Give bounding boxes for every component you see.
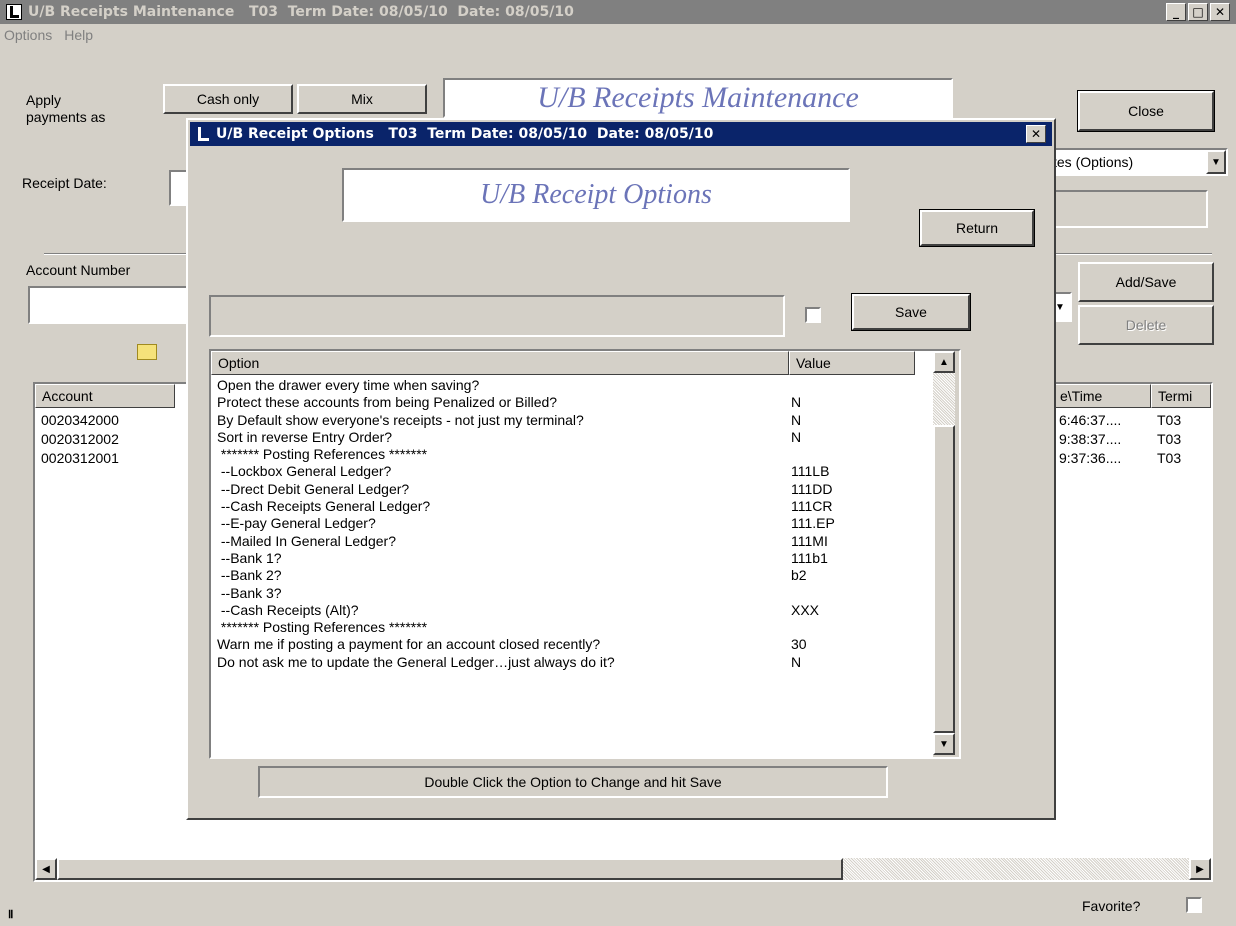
favorite-label: Favorite? (1082, 898, 1141, 914)
dialog-title: U/B Receipt Options T03 Term Date: 08/05… (216, 126, 714, 142)
scrollbar-thumb[interactable] (57, 858, 843, 880)
cell-account: 0020312001 (41, 450, 119, 466)
info-field (1045, 190, 1208, 228)
favorite-checkbox[interactable] (1186, 897, 1202, 913)
cell-time: 9:37:36.... (1059, 450, 1122, 466)
column-header-option[interactable]: Option (211, 351, 789, 375)
option-row[interactable]: Do not ask me to update the General Ledg… (211, 654, 933, 671)
view-dropdown[interactable]: tes (Options) ▼ (1045, 148, 1228, 176)
menu-bar: Options Help (0, 24, 1236, 46)
option-row[interactable]: ******* Posting References ******* (211, 619, 933, 636)
option-row[interactable]: Warn me if posting a payment for an acco… (211, 636, 933, 653)
option-row[interactable]: --Bank 2? b2 (211, 567, 933, 584)
save-button[interactable]: Save (851, 293, 971, 331)
main-window-title: U/B Receipts Maintenance T03 Term Date: … (28, 4, 574, 20)
cell-terminal: T03 (1157, 431, 1182, 447)
option-row[interactable]: Protect these accounts from being Penali… (211, 394, 933, 411)
mix-button[interactable]: Mix (297, 84, 427, 114)
options-rows: Open the drawer every time when saving? … (211, 377, 933, 671)
option-row[interactable]: --Bank 1? 111b1 (211, 550, 933, 567)
dialog-title-bar: U/B Receipt Options T03 Term Date: 08/05… (190, 122, 1052, 146)
option-row[interactable]: --Cash Receipts General Ledger? 111CR (211, 498, 933, 515)
options-vertical-scrollbar[interactable]: ▲ ▼ (933, 351, 959, 757)
receipt-date-label: Receipt Date: (22, 175, 107, 191)
column-header-time[interactable]: e\Time (1053, 384, 1151, 408)
cell-terminal: T03 (1157, 412, 1182, 428)
scrollbar-track[interactable] (933, 373, 955, 425)
cash-only-button[interactable]: Cash only (163, 84, 293, 114)
option-row[interactable]: --Bank 3? (211, 585, 933, 602)
main-banner: U/B Receipts Maintenance (443, 78, 953, 118)
cell-time: 6:46:37.... (1059, 412, 1122, 428)
return-button[interactable]: Return (919, 209, 1035, 247)
option-row[interactable]: --E-pay General Ledger? 111.EP (211, 515, 933, 532)
main-title-bar: U/B Receipts Maintenance T03 Term Date: … (0, 0, 1236, 24)
delete-button[interactable]: Delete (1078, 305, 1214, 345)
cell-account: 0020342000 (41, 412, 119, 428)
options-list[interactable]: Option Value Open the drawer every time … (209, 349, 961, 759)
maximize-icon[interactable]: □ (1188, 3, 1208, 21)
scroll-right-icon[interactable]: ▶ (1189, 858, 1211, 880)
status-icon: Ⅱ (8, 909, 14, 921)
dialog-banner: U/B Receipt Options (342, 168, 850, 222)
account-number-input[interactable] (28, 286, 190, 324)
cell-time: 9:38:37.... (1059, 431, 1122, 447)
minimize-icon[interactable]: _ (1166, 3, 1186, 21)
cell-terminal: T03 (1157, 450, 1182, 466)
dialog-close-icon[interactable]: ✕ (1026, 125, 1046, 143)
option-row[interactable]: --Mailed In General Ledger? 111MI (211, 533, 933, 550)
menu-options[interactable]: Options (4, 27, 52, 43)
cell-account: 0020312002 (41, 431, 119, 447)
app-icon (6, 4, 22, 20)
receipt-options-dialog: U/B Receipt Options T03 Term Date: 08/05… (186, 118, 1056, 820)
add-save-button[interactable]: Add/Save (1078, 262, 1214, 302)
column-header-value[interactable]: Value (789, 351, 915, 375)
hint-bar: Double Click the Option to Change and hi… (258, 766, 888, 798)
option-row[interactable]: --Lockbox General Ledger? 111LB (211, 463, 933, 480)
dialog-app-icon (196, 127, 210, 141)
account-number-label: Account Number (26, 262, 131, 278)
horizontal-scrollbar[interactable]: ◀ ▶ (35, 858, 1211, 880)
menu-help[interactable]: Help (64, 27, 93, 43)
scroll-down-icon[interactable]: ▼ (933, 733, 955, 755)
options-scrollbar-thumb[interactable] (933, 425, 955, 733)
option-row[interactable]: Open the drawer every time when saving? (211, 377, 933, 394)
folder-icon[interactable] (137, 344, 157, 360)
apply-payments-label: Apply payments as (26, 92, 106, 125)
option-row[interactable]: Sort in reverse Entry Order? N (211, 429, 933, 446)
option-edit-field[interactable] (209, 295, 785, 337)
option-checkbox[interactable] (805, 307, 821, 323)
scroll-up-icon[interactable]: ▲ (933, 351, 955, 373)
column-header-terminal[interactable]: Termi (1151, 384, 1211, 408)
option-row[interactable]: --Cash Receipts (Alt)? XXX (211, 602, 933, 619)
column-header-account[interactable]: Account (35, 384, 175, 408)
dropdown-arrow-icon[interactable]: ▼ (1206, 150, 1226, 174)
view-dropdown-value: tes (Options) (1053, 154, 1134, 170)
option-row[interactable]: --Drect Debit General Ledger? 111DD (211, 481, 933, 498)
close-button[interactable]: Close (1077, 90, 1215, 132)
option-row[interactable]: By Default show everyone's receipts - no… (211, 412, 933, 429)
close-window-icon[interactable]: ✕ (1210, 3, 1230, 21)
option-row[interactable]: ******* Posting References ******* (211, 446, 933, 463)
scroll-left-icon[interactable]: ◀ (35, 858, 57, 880)
